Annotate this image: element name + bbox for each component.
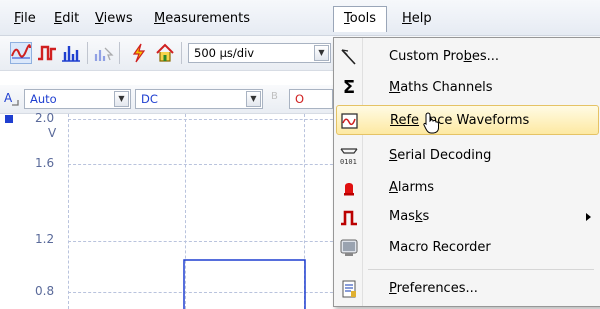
- toolbar-separator: [87, 42, 88, 64]
- menu-edit-label: dit: [62, 11, 80, 26]
- menu-measurements-key: M: [154, 11, 166, 26]
- scope-mode-button[interactable]: [10, 42, 32, 64]
- toolbar-separator: [119, 42, 120, 64]
- menu-views-key: V: [95, 11, 104, 26]
- menu-bar: File Edit Views Measurements Tools Help: [0, 0, 600, 36]
- channel-b-icon[interactable]: B: [271, 91, 278, 102]
- persistence-mode-button[interactable]: [36, 42, 58, 64]
- menu-tools-label: ools: [349, 11, 377, 26]
- coupling-value: DC: [141, 92, 158, 106]
- menu-file-label: ile: [20, 11, 36, 26]
- menu-help-key: H: [402, 11, 412, 26]
- menu-item-maths-channels[interactable]: Σ Maths Channels: [336, 73, 599, 103]
- toolbar-separator: [181, 42, 182, 64]
- scope-wave-icon: [11, 44, 31, 59]
- auto-setup-button[interactable]: [92, 42, 114, 64]
- alarm-bell-icon: [344, 183, 354, 196]
- hand-pointer-cursor-icon: [423, 112, 439, 134]
- menu-item-label: Custom Probes...: [389, 49, 499, 64]
- menu-item-label: Macro Recorder: [389, 240, 491, 255]
- scope-plot[interactable]: 2.0 V 1.6 1.2 0.8: [0, 111, 348, 309]
- home-button[interactable]: [154, 42, 176, 64]
- chevron-down-icon: ▼: [114, 91, 129, 107]
- menu-measurements-label: easurements: [165, 11, 251, 26]
- coupling-select[interactable]: DC ▼: [135, 89, 263, 109]
- waveform-trace: [183, 259, 306, 309]
- chevron-down-icon: ▼: [246, 91, 261, 107]
- menu-item-alarms[interactable]: Alarms: [336, 173, 599, 203]
- menu-item-masks[interactable]: Masks: [336, 202, 599, 232]
- serial-decoding-icon: 0101: [340, 148, 358, 166]
- submenu-arrow-icon: [586, 213, 591, 221]
- menu-separator: [368, 269, 594, 270]
- menu-item-serial-decoding[interactable]: 0101 Serial Decoding: [336, 141, 599, 171]
- bars-cursor-icon: [94, 47, 114, 61]
- menu-item-preferences[interactable]: Preferences...: [336, 274, 599, 304]
- menu-item-custom-probes[interactable]: Custom Probes...: [336, 42, 599, 72]
- home-icon: [156, 43, 174, 62]
- macro-recorder-icon: [340, 239, 358, 256]
- chevron-down-icon: ▼: [314, 45, 329, 61]
- channel-a-icon[interactable]: A: [4, 91, 20, 107]
- square-pulse-icon: [38, 45, 56, 61]
- menu-item-label: Refe nce Waveforms: [390, 113, 530, 128]
- menu-file[interactable]: File: [10, 9, 40, 28]
- menu-item-label: Masks: [389, 209, 430, 224]
- channel-b-range-select[interactable]: O: [289, 89, 333, 109]
- menu-views-label: iews: [103, 11, 133, 26]
- channel-b-range-value: O: [295, 92, 305, 106]
- menu-item-label: Alarms: [389, 180, 435, 195]
- menu-edit-key: E: [54, 11, 63, 26]
- menu-measurements[interactable]: Measurements: [150, 9, 254, 28]
- menu-tools[interactable]: Tools: [333, 6, 388, 32]
- tools-dropdown-menu: Custom Probes... Σ Maths Channels Refe nc…: [333, 37, 600, 307]
- svg-text:0101: 0101: [340, 158, 357, 166]
- reference-waveform-icon: [341, 113, 358, 129]
- run-button[interactable]: [128, 42, 150, 64]
- channel-range-select[interactable]: Auto ▼: [24, 89, 131, 109]
- menu-item-macro-recorder[interactable]: Macro Recorder: [336, 233, 599, 263]
- lightning-icon: [132, 43, 146, 63]
- spectrum-mode-button[interactable]: [60, 42, 82, 64]
- sigma-icon: Σ: [342, 77, 356, 98]
- custom-probes-icon: [341, 49, 356, 65]
- preferences-icon: [342, 280, 356, 298]
- timebase-value: 500 µs/div: [194, 46, 255, 60]
- spectrum-bars-icon: [62, 46, 80, 62]
- channel-range-value: Auto: [30, 92, 57, 106]
- menu-help-label: elp: [411, 11, 432, 26]
- masks-icon: [341, 210, 357, 226]
- menu-views[interactable]: Views: [91, 9, 137, 28]
- menu-item-label: Serial Decoding: [389, 148, 492, 163]
- timebase-select[interactable]: 500 µs/div ▼: [188, 43, 331, 63]
- menu-item-label: Preferences...: [389, 281, 478, 296]
- menu-item-reference-waveforms[interactable]: Refe nce Waveforms: [336, 105, 599, 135]
- menu-edit[interactable]: Edit: [50, 9, 83, 28]
- menu-help[interactable]: Help: [398, 9, 436, 28]
- menu-item-label: Maths Channels: [389, 80, 493, 95]
